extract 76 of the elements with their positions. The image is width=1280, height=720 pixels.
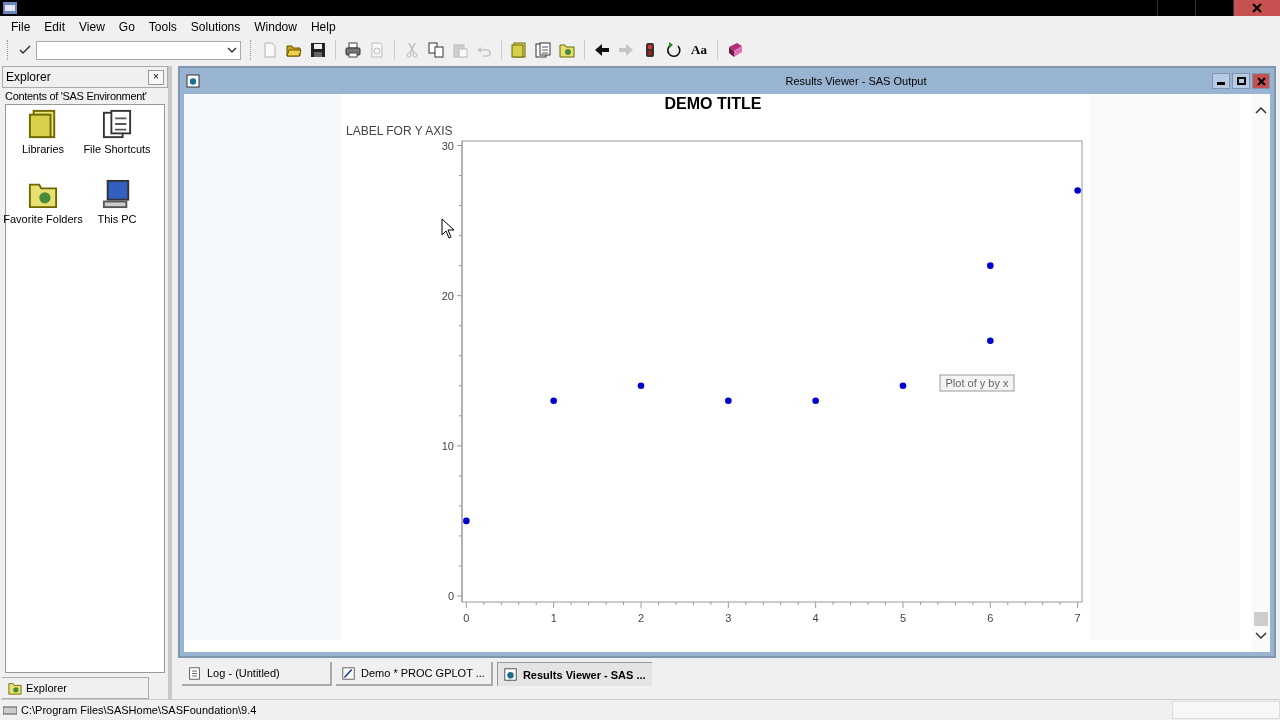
panel-title: Explorer bbox=[6, 70, 51, 84]
refresh-icon[interactable] bbox=[666, 42, 682, 58]
command-field[interactable] bbox=[36, 40, 241, 60]
tick-label: 10 bbox=[441, 439, 454, 452]
close-button[interactable] bbox=[1252, 73, 1270, 89]
tick-label: 2 bbox=[637, 612, 645, 624]
menu-item[interactable]: View bbox=[72, 20, 112, 34]
menu-item[interactable]: Edit bbox=[37, 20, 73, 34]
menu-item[interactable]: File bbox=[4, 20, 38, 34]
menu-item[interactable]: Tools bbox=[141, 20, 184, 34]
document-icon bbox=[188, 666, 201, 680]
tick-label: 20 bbox=[441, 289, 454, 302]
data-point bbox=[637, 382, 645, 390]
panel-heading: Contents of 'SAS Environment' bbox=[4, 89, 148, 104]
menu-item[interactable]: Window bbox=[247, 20, 304, 34]
tick-label: 4 bbox=[812, 612, 819, 624]
data-point bbox=[1074, 187, 1081, 194]
save-icon[interactable] bbox=[310, 42, 326, 58]
tick-label: 6 bbox=[987, 612, 994, 624]
tick-label: 7 bbox=[1074, 612, 1081, 624]
menu-item[interactable]: Go bbox=[111, 20, 142, 34]
scroll-bar[interactable] bbox=[1252, 94, 1270, 652]
data-point bbox=[812, 397, 819, 405]
data-point bbox=[899, 382, 907, 390]
open-folder-icon[interactable] bbox=[286, 42, 302, 58]
data-point bbox=[725, 397, 732, 405]
editor-icon bbox=[342, 666, 355, 680]
tick-label: 0 bbox=[463, 612, 470, 624]
menu-item[interactable]: Solutions bbox=[183, 20, 248, 34]
copy-icon[interactable] bbox=[428, 42, 444, 58]
close-button[interactable]: × bbox=[148, 69, 164, 85]
explorer-tab[interactable]: Explorer bbox=[2, 677, 149, 699]
status-path: C:\Program Files\SASHome\SASFoundation\9.4 bbox=[21, 704, 257, 716]
scroll-thumb[interactable] bbox=[1254, 612, 1268, 626]
scroll-down-icon[interactable] bbox=[1255, 632, 1267, 640]
check-icon bbox=[19, 45, 31, 55]
explorer-item[interactable]: Libraries bbox=[6, 109, 80, 179]
axis-label: LABEL FOR Y AXIS bbox=[346, 124, 453, 138]
window-title: Results Viewer - SAS Output bbox=[784, 75, 928, 87]
window-tab[interactable]: Results Viewer - SAS ... bbox=[496, 662, 652, 686]
back-arrow-icon[interactable] bbox=[594, 42, 610, 58]
menu-item[interactable]: Help bbox=[303, 20, 343, 34]
data-point bbox=[987, 337, 994, 344]
document-icon bbox=[503, 668, 517, 681]
close-icon bbox=[1252, 3, 1262, 13]
dropdown-icon bbox=[227, 47, 237, 53]
window-tab[interactable]: Demo * PROC GPLOT ... bbox=[336, 662, 493, 686]
minimize-button[interactable] bbox=[1212, 73, 1230, 89]
document-icon bbox=[186, 74, 200, 88]
scroll-up-icon[interactable] bbox=[1255, 106, 1267, 114]
data-point bbox=[987, 262, 994, 269]
explorer-icon bbox=[8, 681, 22, 695]
submit-button[interactable] bbox=[16, 43, 34, 57]
chart-title: DEMO TITLE bbox=[664, 95, 762, 112]
notepad-icon bbox=[102, 109, 132, 139]
tick-label: 1 bbox=[550, 612, 557, 624]
printer-icon[interactable] bbox=[345, 42, 361, 58]
tick-label: 0 bbox=[447, 590, 454, 602]
legend-tooltip: Plot of y by x bbox=[939, 374, 1015, 392]
data-point bbox=[463, 517, 470, 525]
maximize-button[interactable] bbox=[1232, 73, 1250, 89]
font-button[interactable]: Aa bbox=[687, 42, 711, 58]
close-icon bbox=[1256, 76, 1266, 86]
notepad-icon[interactable] bbox=[535, 42, 551, 58]
app-icon bbox=[3, 2, 17, 14]
explorer-item[interactable]: File Shortcuts bbox=[80, 109, 154, 179]
tick-label: 3 bbox=[725, 612, 732, 624]
window-tab[interactable]: Log - (Untitled) bbox=[182, 662, 332, 686]
tick-label: 5 bbox=[899, 612, 907, 624]
computer-icon bbox=[102, 179, 132, 209]
close-button[interactable] bbox=[1233, 0, 1280, 16]
drive-icon bbox=[3, 705, 17, 715]
tick-label: 30 bbox=[441, 139, 454, 152]
mouse-pointer-icon bbox=[441, 218, 455, 239]
maximize-icon bbox=[1236, 77, 1246, 85]
data-point bbox=[550, 397, 557, 405]
